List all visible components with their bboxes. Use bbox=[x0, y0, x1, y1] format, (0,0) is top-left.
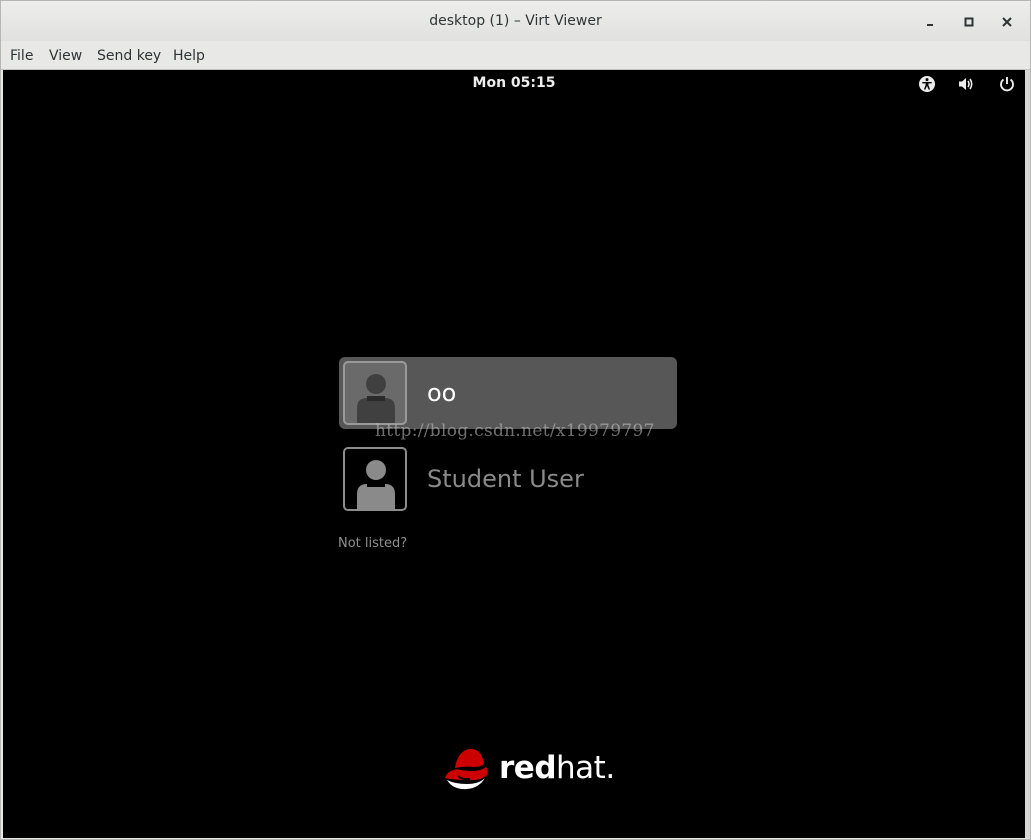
close-button[interactable] bbox=[996, 11, 1018, 33]
user-list-item-oo[interactable]: oo bbox=[339, 357, 677, 429]
accessibility-icon[interactable] bbox=[918, 75, 936, 93]
menu-send-key[interactable]: Send key bbox=[97, 48, 161, 64]
user-avatar-icon bbox=[357, 374, 395, 423]
not-listed-link[interactable]: Not listed? bbox=[338, 536, 407, 551]
virt-viewer-window: desktop (1) – Virt Viewer File View Send… bbox=[0, 0, 1031, 840]
top-bar-clock[interactable]: Mon 05:15 bbox=[3, 75, 1025, 91]
title-bar[interactable]: desktop (1) – Virt Viewer bbox=[1, 1, 1030, 41]
shadowman-hat-icon bbox=[445, 748, 488, 790]
watermark: http://blog.csdn.net/x19979797 bbox=[375, 421, 655, 441]
minimize-button[interactable] bbox=[920, 11, 942, 33]
user-avatar-icon bbox=[357, 460, 395, 509]
maximize-icon bbox=[964, 17, 974, 27]
user-name: oo bbox=[427, 379, 457, 407]
window-title: desktop (1) – Virt Viewer bbox=[429, 13, 602, 29]
maximize-button[interactable] bbox=[958, 11, 980, 33]
redhat-wordmark: redhat. bbox=[499, 750, 615, 786]
user-list-item-student-user[interactable]: Student User bbox=[339, 443, 677, 515]
user-name: Student User bbox=[427, 465, 584, 493]
power-icon[interactable] bbox=[998, 75, 1016, 93]
redhat-logo: redhat. bbox=[439, 744, 615, 794]
menu-file[interactable]: File bbox=[10, 48, 33, 64]
avatar bbox=[343, 361, 407, 425]
volume-icon[interactable] bbox=[957, 75, 975, 93]
window-edge bbox=[1025, 70, 1030, 838]
menu-view[interactable]: View bbox=[49, 48, 82, 64]
menu-bar: File View Send key Help bbox=[1, 41, 1030, 70]
close-icon bbox=[1002, 17, 1012, 27]
avatar bbox=[343, 447, 407, 511]
guest-display[interactable]: Mon 05:15 oo Student User Not listed? ht… bbox=[3, 70, 1025, 838]
minimize-icon bbox=[927, 24, 933, 26]
menu-help[interactable]: Help bbox=[173, 48, 205, 64]
